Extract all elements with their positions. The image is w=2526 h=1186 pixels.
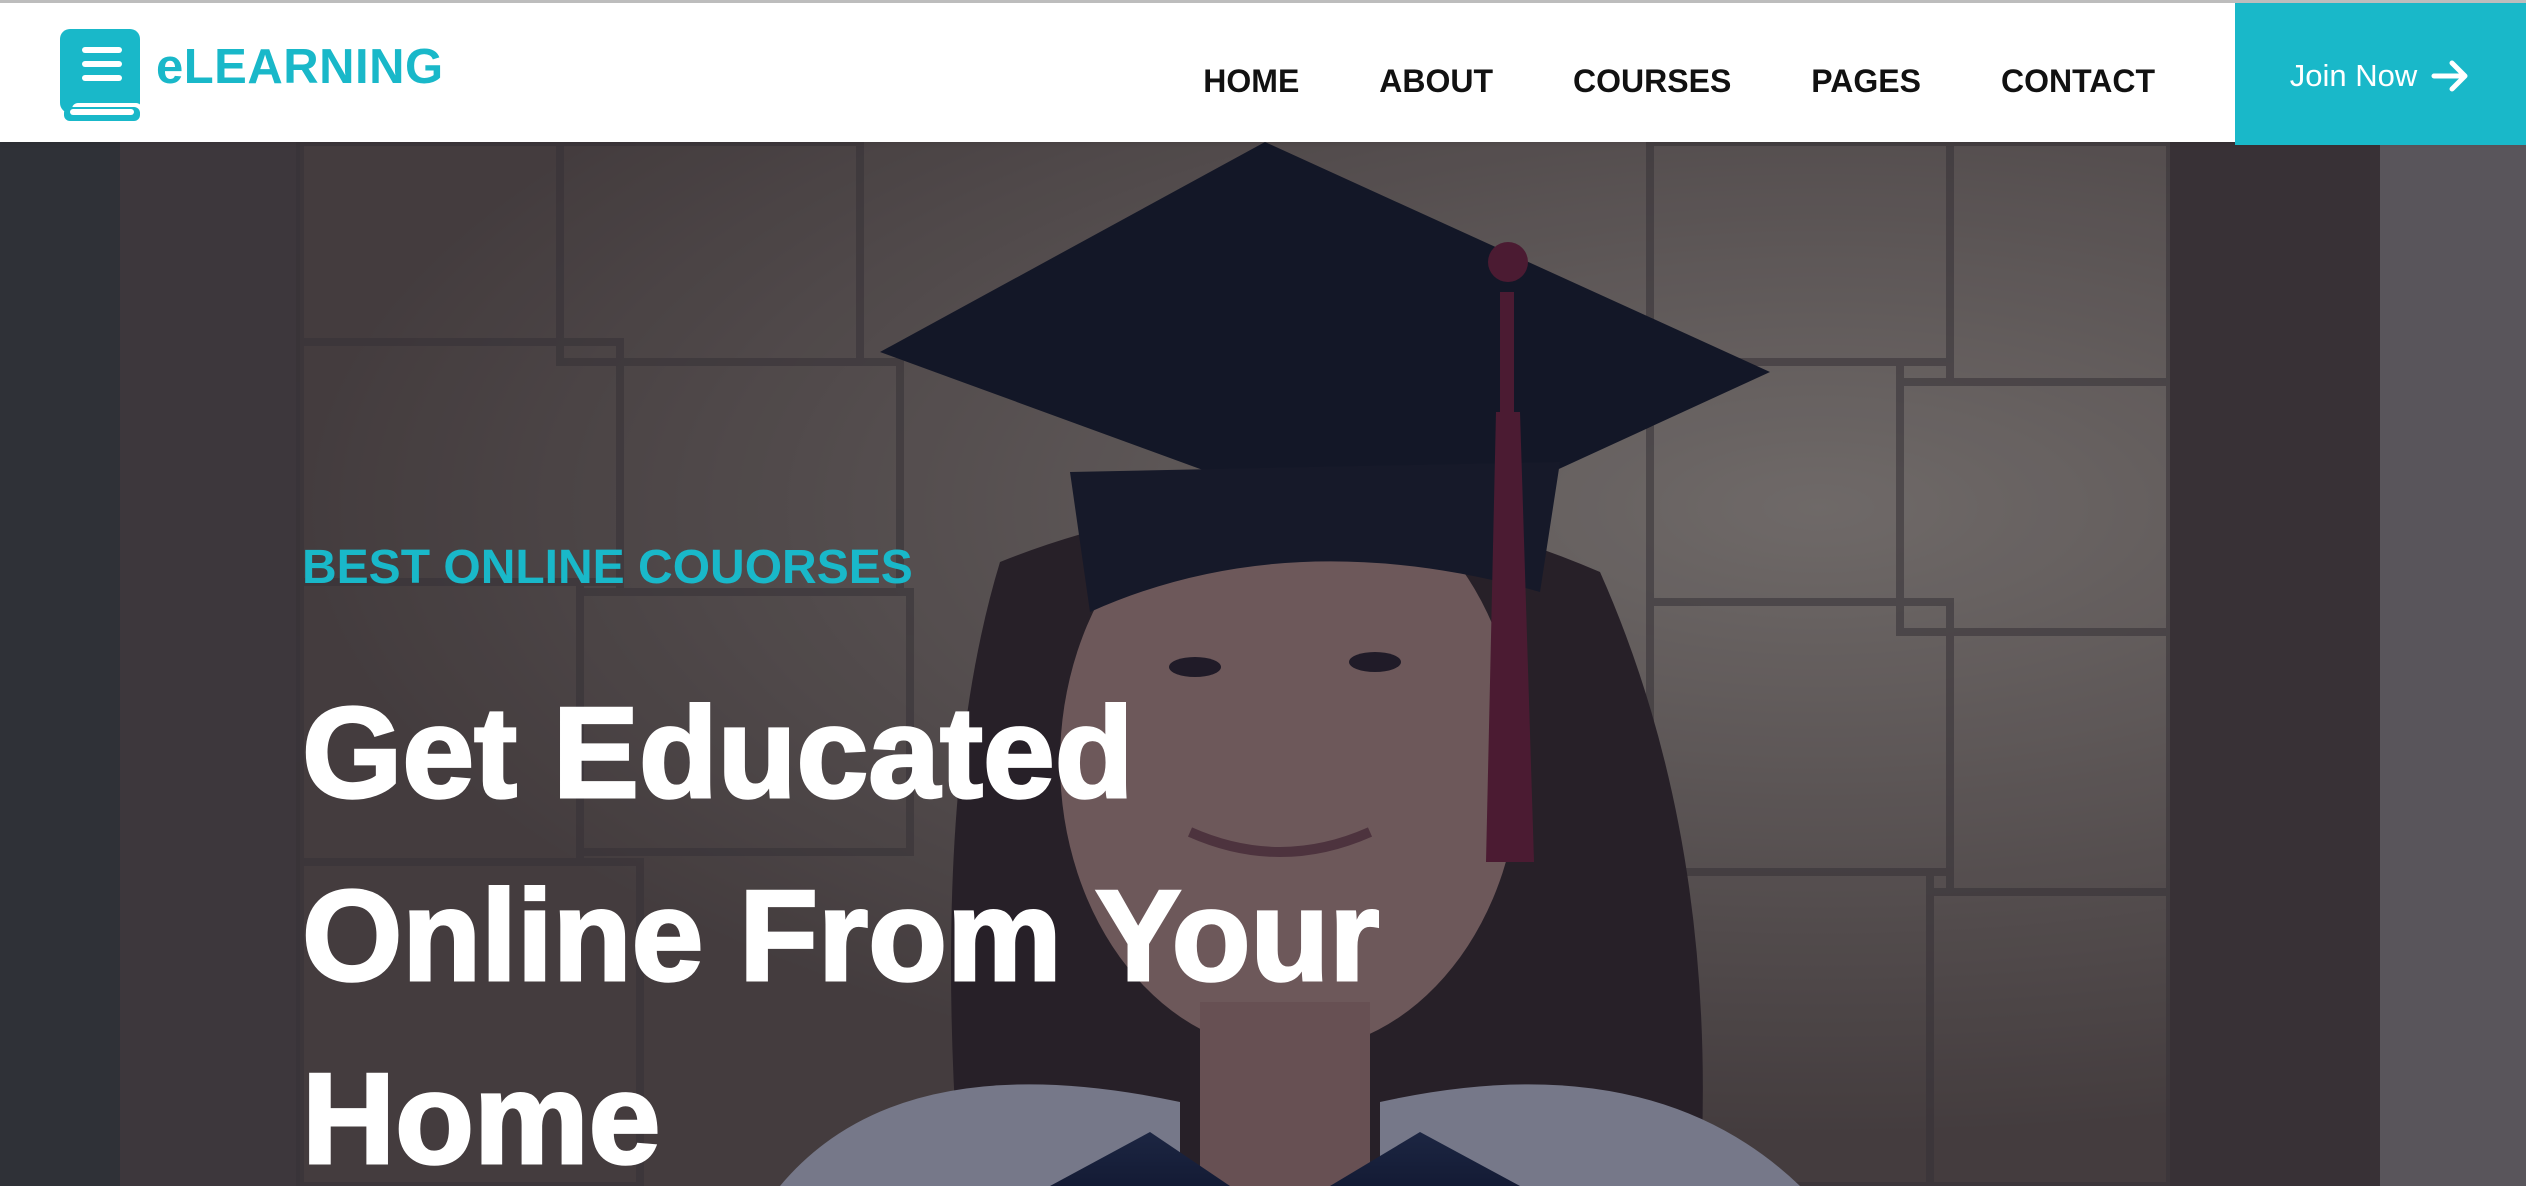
hero-title-line: Get Educated <box>301 680 1136 827</box>
brand-name: eLEARNING <box>156 40 444 94</box>
join-now-button[interactable]: Join Now <box>2235 3 2526 145</box>
arrow-right-icon <box>2431 60 2468 92</box>
hero-title-line: Home <box>300 1046 661 1186</box>
brand-logo-link[interactable]: eLEARNING <box>58 25 444 125</box>
nav-item-courses[interactable]: COURSES <box>1573 63 1731 100</box>
hero-title-line: Online From Your <box>300 863 1380 1010</box>
book-icon <box>60 29 142 121</box>
nav-item-contact[interactable]: CONTACT <box>2001 63 2155 100</box>
nav-item-home[interactable]: HOME <box>1203 63 1299 100</box>
navbar: eLEARNING HOME ABOUT COURSES PAGES CONTA… <box>0 0 2526 145</box>
main-nav: HOME ABOUT COURSES PAGES CONTACT Join No… <box>1203 3 2526 145</box>
hero-subtitle: BEST ONLINE COUORSES <box>302 541 913 594</box>
hero-title: Get Educated Online From Your Home <box>300 662 1652 1186</box>
nav-item-about[interactable]: ABOUT <box>1379 63 1493 100</box>
nav-item-pages[interactable]: PAGES <box>1811 63 1921 100</box>
join-now-label: Join Now <box>2289 58 2418 93</box>
hero-section: BEST ONLINE COUORSES Get Educated Online… <box>0 142 2526 1186</box>
